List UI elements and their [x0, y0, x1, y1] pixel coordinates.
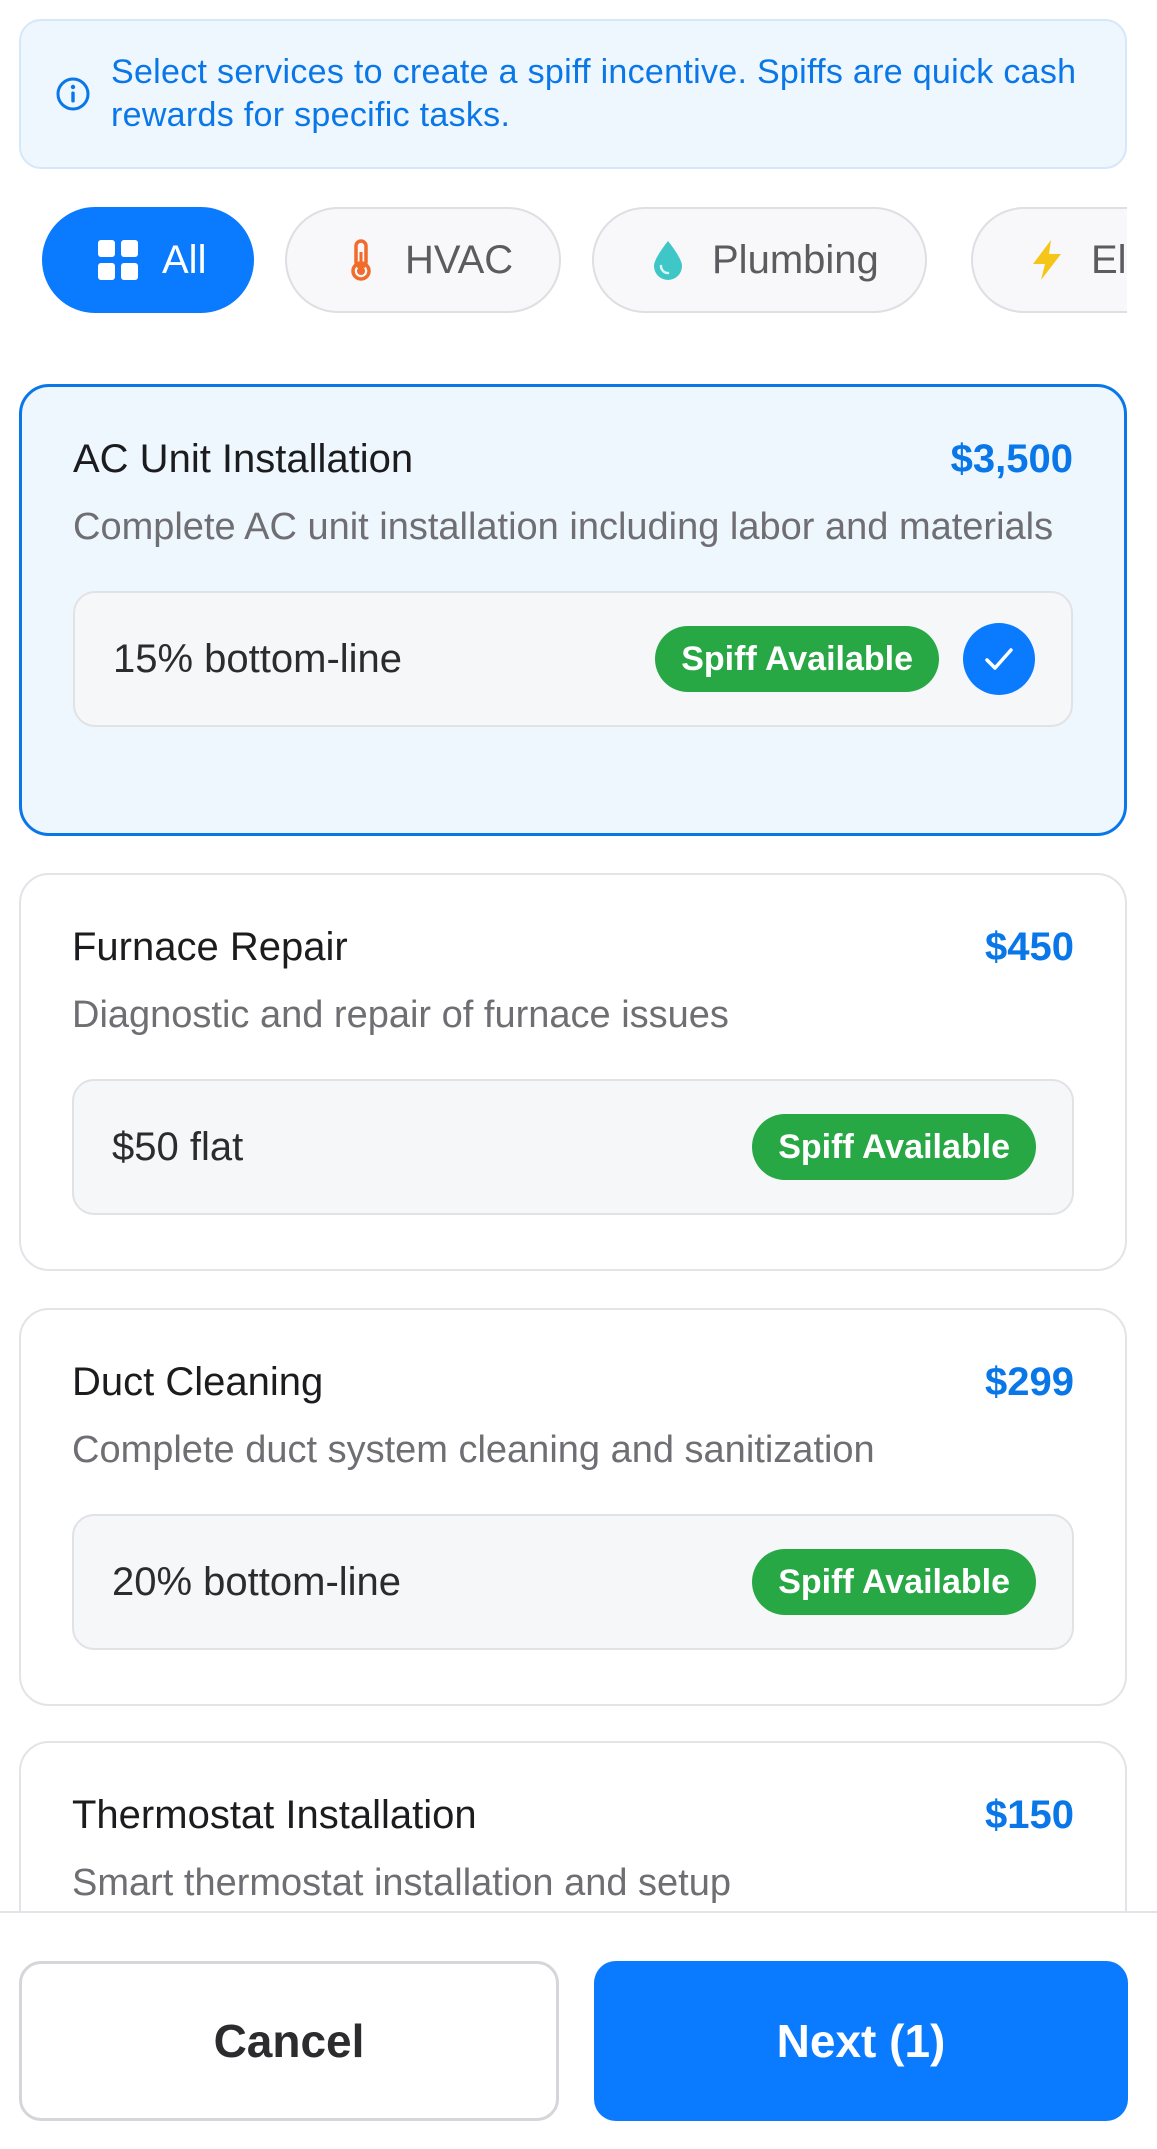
- thermometer-icon: [339, 238, 383, 282]
- service-card[interactable]: AC Unit Installation $3,500 Complete AC …: [19, 384, 1127, 836]
- filter-chip-label: All: [162, 237, 207, 282]
- checkmark-icon[interactable]: [963, 623, 1035, 695]
- service-name: Thermostat Installation: [72, 1793, 477, 1837]
- info-banner-text: Select services to create a spiff incent…: [111, 53, 1077, 134]
- service-name: Duct Cleaning: [72, 1360, 324, 1404]
- filter-chip-label: HVAC: [405, 237, 514, 282]
- info-icon: [56, 77, 90, 111]
- service-name: Furnace Repair: [72, 925, 348, 969]
- spiff-rule-row: $50 flat Spiff Available: [72, 1079, 1074, 1215]
- info-banner: Select services to create a spiff incent…: [19, 19, 1127, 169]
- filter-chip-label: Plumbing: [712, 237, 879, 282]
- spiff-rule-row: 15% bottom-line Spiff Available: [73, 591, 1073, 727]
- service-description: Complete AC unit installation including …: [73, 506, 1054, 548]
- spiff-rule: $50 flat: [112, 1124, 244, 1169]
- bottom-action-bar: Cancel Next (1): [0, 1911, 1157, 2149]
- filter-chip-label: Electrical: [1091, 237, 1127, 282]
- spiff-rule: 15% bottom-line: [113, 636, 403, 681]
- spiff-rule: 20% bottom-line: [112, 1559, 402, 1604]
- water-drop-icon: [646, 238, 690, 282]
- category-filter-bar: All HVAC Plumbing Electrical: [0, 207, 1127, 313]
- spiff-available-badge: Spiff Available: [655, 626, 939, 692]
- spiff-rule-row: 20% bottom-line Spiff Available: [72, 1514, 1074, 1650]
- service-description: Complete duct system cleaning and saniti…: [72, 1429, 875, 1471]
- service-name: AC Unit Installation: [73, 437, 414, 481]
- service-price: $450: [985, 925, 1074, 969]
- spiff-available-badge: Spiff Available: [752, 1549, 1036, 1615]
- service-card[interactable]: Furnace Repair $450 Diagnostic and repai…: [19, 873, 1127, 1271]
- service-price: $3,500: [950, 437, 1073, 481]
- service-description: Smart thermostat installation and setup: [72, 1862, 732, 1904]
- service-price: $150: [985, 1793, 1074, 1837]
- filter-chip-electrical[interactable]: Electrical: [971, 207, 1127, 313]
- grid-icon: [96, 238, 140, 282]
- cancel-button[interactable]: Cancel: [19, 1961, 559, 2121]
- spiff-available-badge: Spiff Available: [752, 1114, 1036, 1180]
- filter-chip-all[interactable]: All: [42, 207, 255, 313]
- service-description: Diagnostic and repair of furnace issues: [72, 994, 729, 1036]
- service-card[interactable]: Duct Cleaning $299 Complete duct system …: [19, 1308, 1127, 1706]
- lightning-icon: [1025, 238, 1069, 282]
- next-button[interactable]: Next (1): [594, 1961, 1128, 2121]
- filter-chip-plumbing[interactable]: Plumbing: [592, 207, 927, 313]
- service-price: $299: [985, 1360, 1074, 1404]
- filter-chip-hvac[interactable]: HVAC: [285, 207, 562, 313]
